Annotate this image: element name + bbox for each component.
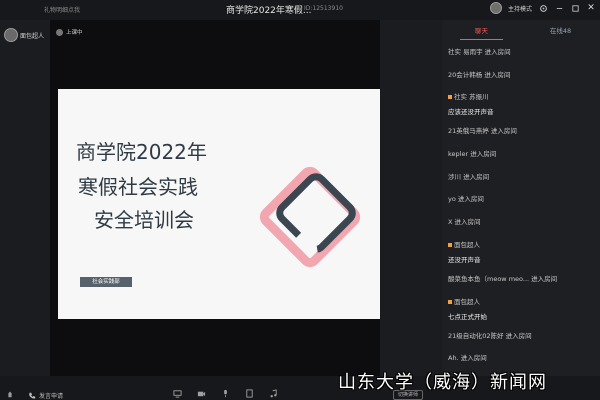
chat-message: 涉川 进入房间 <box>448 171 598 194</box>
room-id: ID:12513910 <box>304 5 343 12</box>
speak-request-button[interactable]: 发言申请 <box>28 391 63 400</box>
chat-message-user: X <box>448 218 453 227</box>
chat-message-action: 进入房间 <box>490 127 517 136</box>
chat-panel: 聊天 在线48 社实 易雨宇 进入房间 20会计韩杨 进入房间 社实 苏振川 应该还没… <box>442 20 600 400</box>
chat-message-action: 进入房间 <box>484 48 511 56</box>
chat-message-action: 进入房间 <box>463 172 490 181</box>
chat-message: 社实 易雨宇 进入房间 <box>448 46 598 69</box>
chat-message-body: 应该还没开声音 <box>448 108 494 117</box>
chat-message-user: 20会计韩杨 <box>448 70 483 79</box>
panel-tabs: 聊天 在线48 <box>442 20 600 42</box>
chat-message-body: 七点正式开始 <box>448 312 487 321</box>
chat-message: 面包超人七点正式开始 <box>448 296 598 330</box>
chat-message-action: 进入房间 <box>531 274 558 283</box>
chat-message-action: 进入房间 <box>470 150 497 159</box>
user-name: 面包超人 <box>20 33 45 40</box>
hand-raise-icon[interactable] <box>6 390 14 400</box>
chat-message-user: 面包超人 <box>454 240 480 249</box>
chat-message: X 进入房间 <box>448 216 598 239</box>
live-badge: 上课中 <box>56 28 83 36</box>
video-stage: 上课中 商学院2022年 寒假社会实践 安全培训会 社会实践部 <box>50 20 380 376</box>
chat-message-action: 进入房间 <box>454 218 481 227</box>
tab-online[interactable]: 在线48 <box>521 20 600 42</box>
toolbar-tools <box>172 389 278 399</box>
chat-message-user: 社实 易雨宇 <box>448 48 483 56</box>
chat-message-action: 进入房间 <box>457 195 484 204</box>
chat-message: yo 进入房间 <box>448 193 598 216</box>
chat-message: 20会计韩杨 进入房间 <box>448 69 598 92</box>
slide-department-tag: 社会实践部 <box>80 277 132 287</box>
chat-message-user: 社实 苏振川 <box>454 93 489 102</box>
screen-share-icon[interactable] <box>172 389 182 399</box>
chat-message-list[interactable]: 社实 易雨宇 进入房间 20会计韩杨 进入房间 社实 苏振川 应该还没开声音 21英俄马… <box>448 46 598 398</box>
phone-icon <box>29 392 36 399</box>
slide-title-line-2: 寒假社会实践 <box>78 175 198 199</box>
host-mode-label[interactable]: 主持模式 <box>508 4 532 13</box>
live-label: 上课中 <box>66 30 83 36</box>
title-bar: 礼物明细点我 商学院2022年寒假... ID:12513910 主持模式 ✕ <box>0 0 600 20</box>
slide-decoration-graphic <box>259 166 361 268</box>
chat-message-user: 面包超人 <box>454 297 480 306</box>
host-avatar[interactable] <box>489 2 502 14</box>
chat-message-user: 21级自动化02陈好 <box>448 331 504 340</box>
chat-message-user: Ah. <box>448 354 459 363</box>
microphone-icon[interactable] <box>220 389 230 399</box>
chat-message-action: 进入房间 <box>460 354 487 363</box>
minimize-icon[interactable] <box>554 3 564 13</box>
chat-message-action: 进入房间 <box>505 331 532 340</box>
maximize-icon[interactable] <box>570 3 580 13</box>
chat-message-user: 酸菜鱼本鱼（meow meo... <box>448 274 530 283</box>
slide-title-line-3: 安全培训会 <box>94 208 194 232</box>
chat-message: 社实 苏振川 应该还没开声音 <box>448 91 598 125</box>
chat-message-user: kepler <box>448 150 469 159</box>
avatar[interactable] <box>4 28 18 42</box>
close-icon[interactable]: ✕ <box>586 3 596 13</box>
music-icon[interactable] <box>268 389 278 399</box>
role-badge-icon <box>448 95 452 100</box>
camera-icon[interactable] <box>196 389 206 399</box>
speak-request-label: 发言申请 <box>39 393 64 400</box>
chat-message-user: 21英俄马燕婷 <box>448 127 489 136</box>
gift-detail-link[interactable]: 礼物明细点我 <box>44 5 80 14</box>
presentation-slide: 商学院2022年 寒假社会实践 安全培训会 社会实践部 <box>58 89 380 319</box>
document-icon[interactable] <box>244 389 254 399</box>
chat-message: 面包超人 还没开声音 <box>448 239 598 273</box>
role-badge-icon <box>448 299 452 304</box>
chat-message-user: 涉川 <box>448 172 461 181</box>
site-watermark: 山东大学（威海）新闻网 <box>338 372 547 393</box>
chat-message: kepler 进入房间 <box>448 148 598 171</box>
chat-message-body: 还没开声音 <box>448 255 481 264</box>
settings-icon[interactable] <box>538 3 548 13</box>
presenter-avatar-icon <box>56 28 63 36</box>
chat-message: 21级自动化02陈好 进入房间 <box>448 330 598 353</box>
role-badge-icon <box>448 242 452 247</box>
tab-chat[interactable]: 聊天 <box>442 20 521 42</box>
user-bar: 面包超人 <box>0 20 50 376</box>
slide-title-line-1: 商学院2022年 <box>76 140 207 164</box>
chat-message-action: 进入房间 <box>484 70 511 79</box>
window-title: 商学院2022年寒假... <box>226 6 312 16</box>
chat-message: 酸菜鱼本鱼（meow meo... 进入房间 <box>448 273 598 296</box>
chat-message-user: yo <box>448 195 456 204</box>
chat-message: 21英俄马燕婷 进入房间 <box>448 125 598 148</box>
titlebar-controls: 主持模式 ✕ <box>489 2 596 14</box>
